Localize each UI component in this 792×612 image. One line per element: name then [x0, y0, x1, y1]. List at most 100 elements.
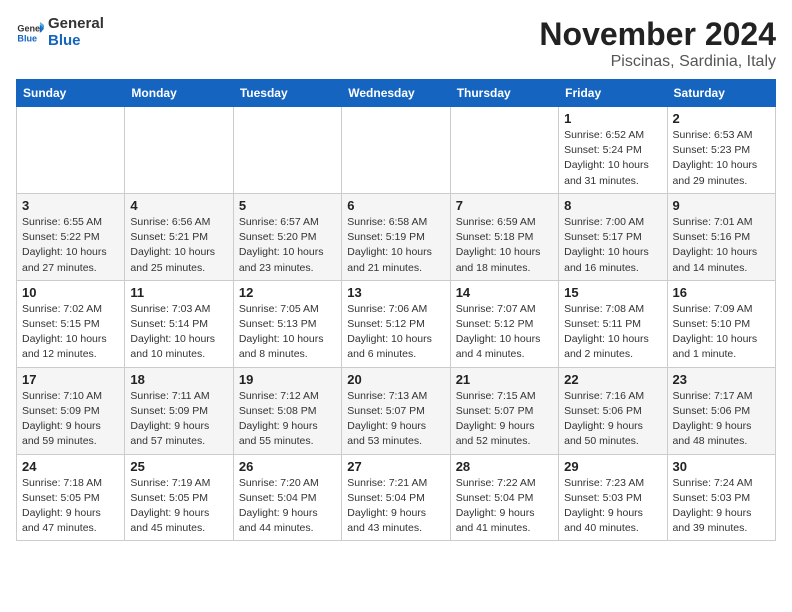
calendar-cell [17, 107, 125, 194]
day-detail: Sunrise: 7:22 AM Sunset: 5:04 PM Dayligh… [456, 476, 553, 537]
day-detail: Sunrise: 7:10 AM Sunset: 5:09 PM Dayligh… [22, 389, 119, 450]
logo: General Blue General Blue [16, 16, 104, 49]
day-detail: Sunrise: 6:56 AM Sunset: 5:21 PM Dayligh… [130, 215, 227, 276]
title-block: November 2024 Piscinas, Sardinia, Italy [539, 16, 776, 71]
logo-icon: General Blue [16, 19, 44, 47]
day-detail: Sunrise: 7:15 AM Sunset: 5:07 PM Dayligh… [456, 389, 553, 450]
calendar-body: 1Sunrise: 6:52 AM Sunset: 5:24 PM Daylig… [17, 107, 776, 541]
month-title: November 2024 [539, 16, 776, 53]
calendar-week-3: 10Sunrise: 7:02 AM Sunset: 5:15 PM Dayli… [17, 280, 776, 367]
day-number: 25 [130, 459, 227, 474]
day-detail: Sunrise: 7:12 AM Sunset: 5:08 PM Dayligh… [239, 389, 336, 450]
calendar-cell: 3 Sunrise: 6:55 AM Sunset: 5:22 PM Daylig… [17, 193, 125, 280]
day-number: 3 [22, 198, 119, 213]
calendar-cell [125, 107, 233, 194]
svg-text:Blue: Blue [17, 33, 37, 43]
calendar-cell: 26 Sunrise: 7:20 AM Sunset: 5:04 PM Dayli… [233, 454, 341, 541]
day-number: 2 [673, 111, 770, 126]
calendar-week-1: 1Sunrise: 6:52 AM Sunset: 5:24 PM Daylig… [17, 107, 776, 194]
calendar-cell: 2 Sunrise: 6:53 AM Sunset: 5:23 PM Daylig… [667, 107, 775, 194]
day-number: 13 [347, 285, 444, 300]
calendar-cell: 30 Sunrise: 7:24 AM Sunset: 5:03 PM Dayli… [667, 454, 775, 541]
day-detail: Sunrise: 7:20 AM Sunset: 5:04 PM Dayligh… [239, 476, 336, 537]
day-detail: Sunrise: 7:16 AM Sunset: 5:06 PM Dayligh… [564, 389, 661, 450]
day-number: 11 [130, 285, 227, 300]
day-number: 1 [564, 111, 661, 126]
calendar-cell [233, 107, 341, 194]
page-header: General Blue General Blue November 2024 … [16, 16, 776, 71]
day-detail: Sunrise: 7:03 AM Sunset: 5:14 PM Dayligh… [130, 302, 227, 363]
day-detail: Sunrise: 7:11 AM Sunset: 5:09 PM Dayligh… [130, 389, 227, 450]
day-detail: Sunrise: 6:59 AM Sunset: 5:18 PM Dayligh… [456, 215, 553, 276]
weekday-header-friday: Friday [559, 80, 667, 107]
day-detail: Sunrise: 7:00 AM Sunset: 5:17 PM Dayligh… [564, 215, 661, 276]
day-number: 14 [456, 285, 553, 300]
day-number: 26 [239, 459, 336, 474]
weekday-header-tuesday: Tuesday [233, 80, 341, 107]
logo-blue-text: Blue [48, 33, 104, 50]
weekday-header-thursday: Thursday [450, 80, 558, 107]
calendar-table: SundayMondayTuesdayWednesdayThursdayFrid… [16, 79, 776, 541]
calendar-week-4: 17 Sunrise: 7:10 AM Sunset: 5:09 PM Dayli… [17, 367, 776, 454]
weekday-header-monday: Monday [125, 80, 233, 107]
day-detail: Sunrise: 7:18 AM Sunset: 5:05 PM Dayligh… [22, 476, 119, 537]
day-number: 29 [564, 459, 661, 474]
calendar-cell: 16Sunrise: 7:09 AM Sunset: 5:10 PM Dayli… [667, 280, 775, 367]
calendar-cell: 29 Sunrise: 7:23 AM Sunset: 5:03 PM Dayli… [559, 454, 667, 541]
calendar-cell: 6Sunrise: 6:58 AM Sunset: 5:19 PM Daylig… [342, 193, 450, 280]
day-number: 12 [239, 285, 336, 300]
day-number: 30 [673, 459, 770, 474]
day-detail: Sunrise: 6:55 AM Sunset: 5:22 PM Dayligh… [22, 215, 119, 276]
day-detail: Sunrise: 7:13 AM Sunset: 5:07 PM Dayligh… [347, 389, 444, 450]
day-number: 7 [456, 198, 553, 213]
day-number: 16 [673, 285, 770, 300]
day-number: 18 [130, 372, 227, 387]
day-detail: Sunrise: 6:58 AM Sunset: 5:19 PM Dayligh… [347, 215, 444, 276]
calendar-cell: 21 Sunrise: 7:15 AM Sunset: 5:07 PM Dayli… [450, 367, 558, 454]
calendar-cell: 28Sunrise: 7:22 AM Sunset: 5:04 PM Dayli… [450, 454, 558, 541]
day-detail: Sunrise: 7:17 AM Sunset: 5:06 PM Dayligh… [673, 389, 770, 450]
calendar-cell [450, 107, 558, 194]
calendar-cell: 19 Sunrise: 7:12 AM Sunset: 5:08 PM Dayli… [233, 367, 341, 454]
day-detail: Sunrise: 7:19 AM Sunset: 5:05 PM Dayligh… [130, 476, 227, 537]
day-number: 21 [456, 372, 553, 387]
calendar-cell: 18 Sunrise: 7:11 AM Sunset: 5:09 PM Dayli… [125, 367, 233, 454]
day-number: 9 [673, 198, 770, 213]
calendar-cell: 27Sunrise: 7:21 AM Sunset: 5:04 PM Dayli… [342, 454, 450, 541]
day-number: 22 [564, 372, 661, 387]
calendar-cell: 14 Sunrise: 7:07 AM Sunset: 5:12 PM Dayli… [450, 280, 558, 367]
day-number: 27 [347, 459, 444, 474]
day-detail: Sunrise: 7:07 AM Sunset: 5:12 PM Dayligh… [456, 302, 553, 363]
calendar-week-2: 3 Sunrise: 6:55 AM Sunset: 5:22 PM Daylig… [17, 193, 776, 280]
calendar-cell: 10Sunrise: 7:02 AM Sunset: 5:15 PM Dayli… [17, 280, 125, 367]
day-number: 10 [22, 285, 119, 300]
calendar-cell: 23 Sunrise: 7:17 AM Sunset: 5:06 PM Dayli… [667, 367, 775, 454]
day-detail: Sunrise: 6:57 AM Sunset: 5:20 PM Dayligh… [239, 215, 336, 276]
calendar-cell: 22 Sunrise: 7:16 AM Sunset: 5:06 PM Dayli… [559, 367, 667, 454]
weekday-header-wednesday: Wednesday [342, 80, 450, 107]
calendar-cell: 11 Sunrise: 7:03 AM Sunset: 5:14 PM Dayli… [125, 280, 233, 367]
day-number: 4 [130, 198, 227, 213]
day-detail: Sunrise: 6:53 AM Sunset: 5:23 PM Dayligh… [673, 128, 770, 189]
weekday-header-sunday: Sunday [17, 80, 125, 107]
logo-general-text: General [48, 16, 104, 33]
calendar-week-5: 24 Sunrise: 7:18 AM Sunset: 5:05 PM Dayli… [17, 454, 776, 541]
day-detail: Sunrise: 7:06 AM Sunset: 5:12 PM Dayligh… [347, 302, 444, 363]
day-detail: Sunrise: 7:24 AM Sunset: 5:03 PM Dayligh… [673, 476, 770, 537]
day-number: 17 [22, 372, 119, 387]
day-number: 15 [564, 285, 661, 300]
day-number: 19 [239, 372, 336, 387]
location-title: Piscinas, Sardinia, Italy [539, 53, 776, 71]
calendar-cell: 20 Sunrise: 7:13 AM Sunset: 5:07 PM Dayli… [342, 367, 450, 454]
day-number: 24 [22, 459, 119, 474]
calendar-cell: 4 Sunrise: 6:56 AM Sunset: 5:21 PM Daylig… [125, 193, 233, 280]
day-detail: Sunrise: 7:01 AM Sunset: 5:16 PM Dayligh… [673, 215, 770, 276]
weekday-header-saturday: Saturday [667, 80, 775, 107]
calendar-cell [342, 107, 450, 194]
day-detail: Sunrise: 7:23 AM Sunset: 5:03 PM Dayligh… [564, 476, 661, 537]
calendar-cell: 12Sunrise: 7:05 AM Sunset: 5:13 PM Dayli… [233, 280, 341, 367]
day-number: 23 [673, 372, 770, 387]
day-number: 20 [347, 372, 444, 387]
calendar-cell: 1Sunrise: 6:52 AM Sunset: 5:24 PM Daylig… [559, 107, 667, 194]
calendar-cell: 13 Sunrise: 7:06 AM Sunset: 5:12 PM Dayli… [342, 280, 450, 367]
